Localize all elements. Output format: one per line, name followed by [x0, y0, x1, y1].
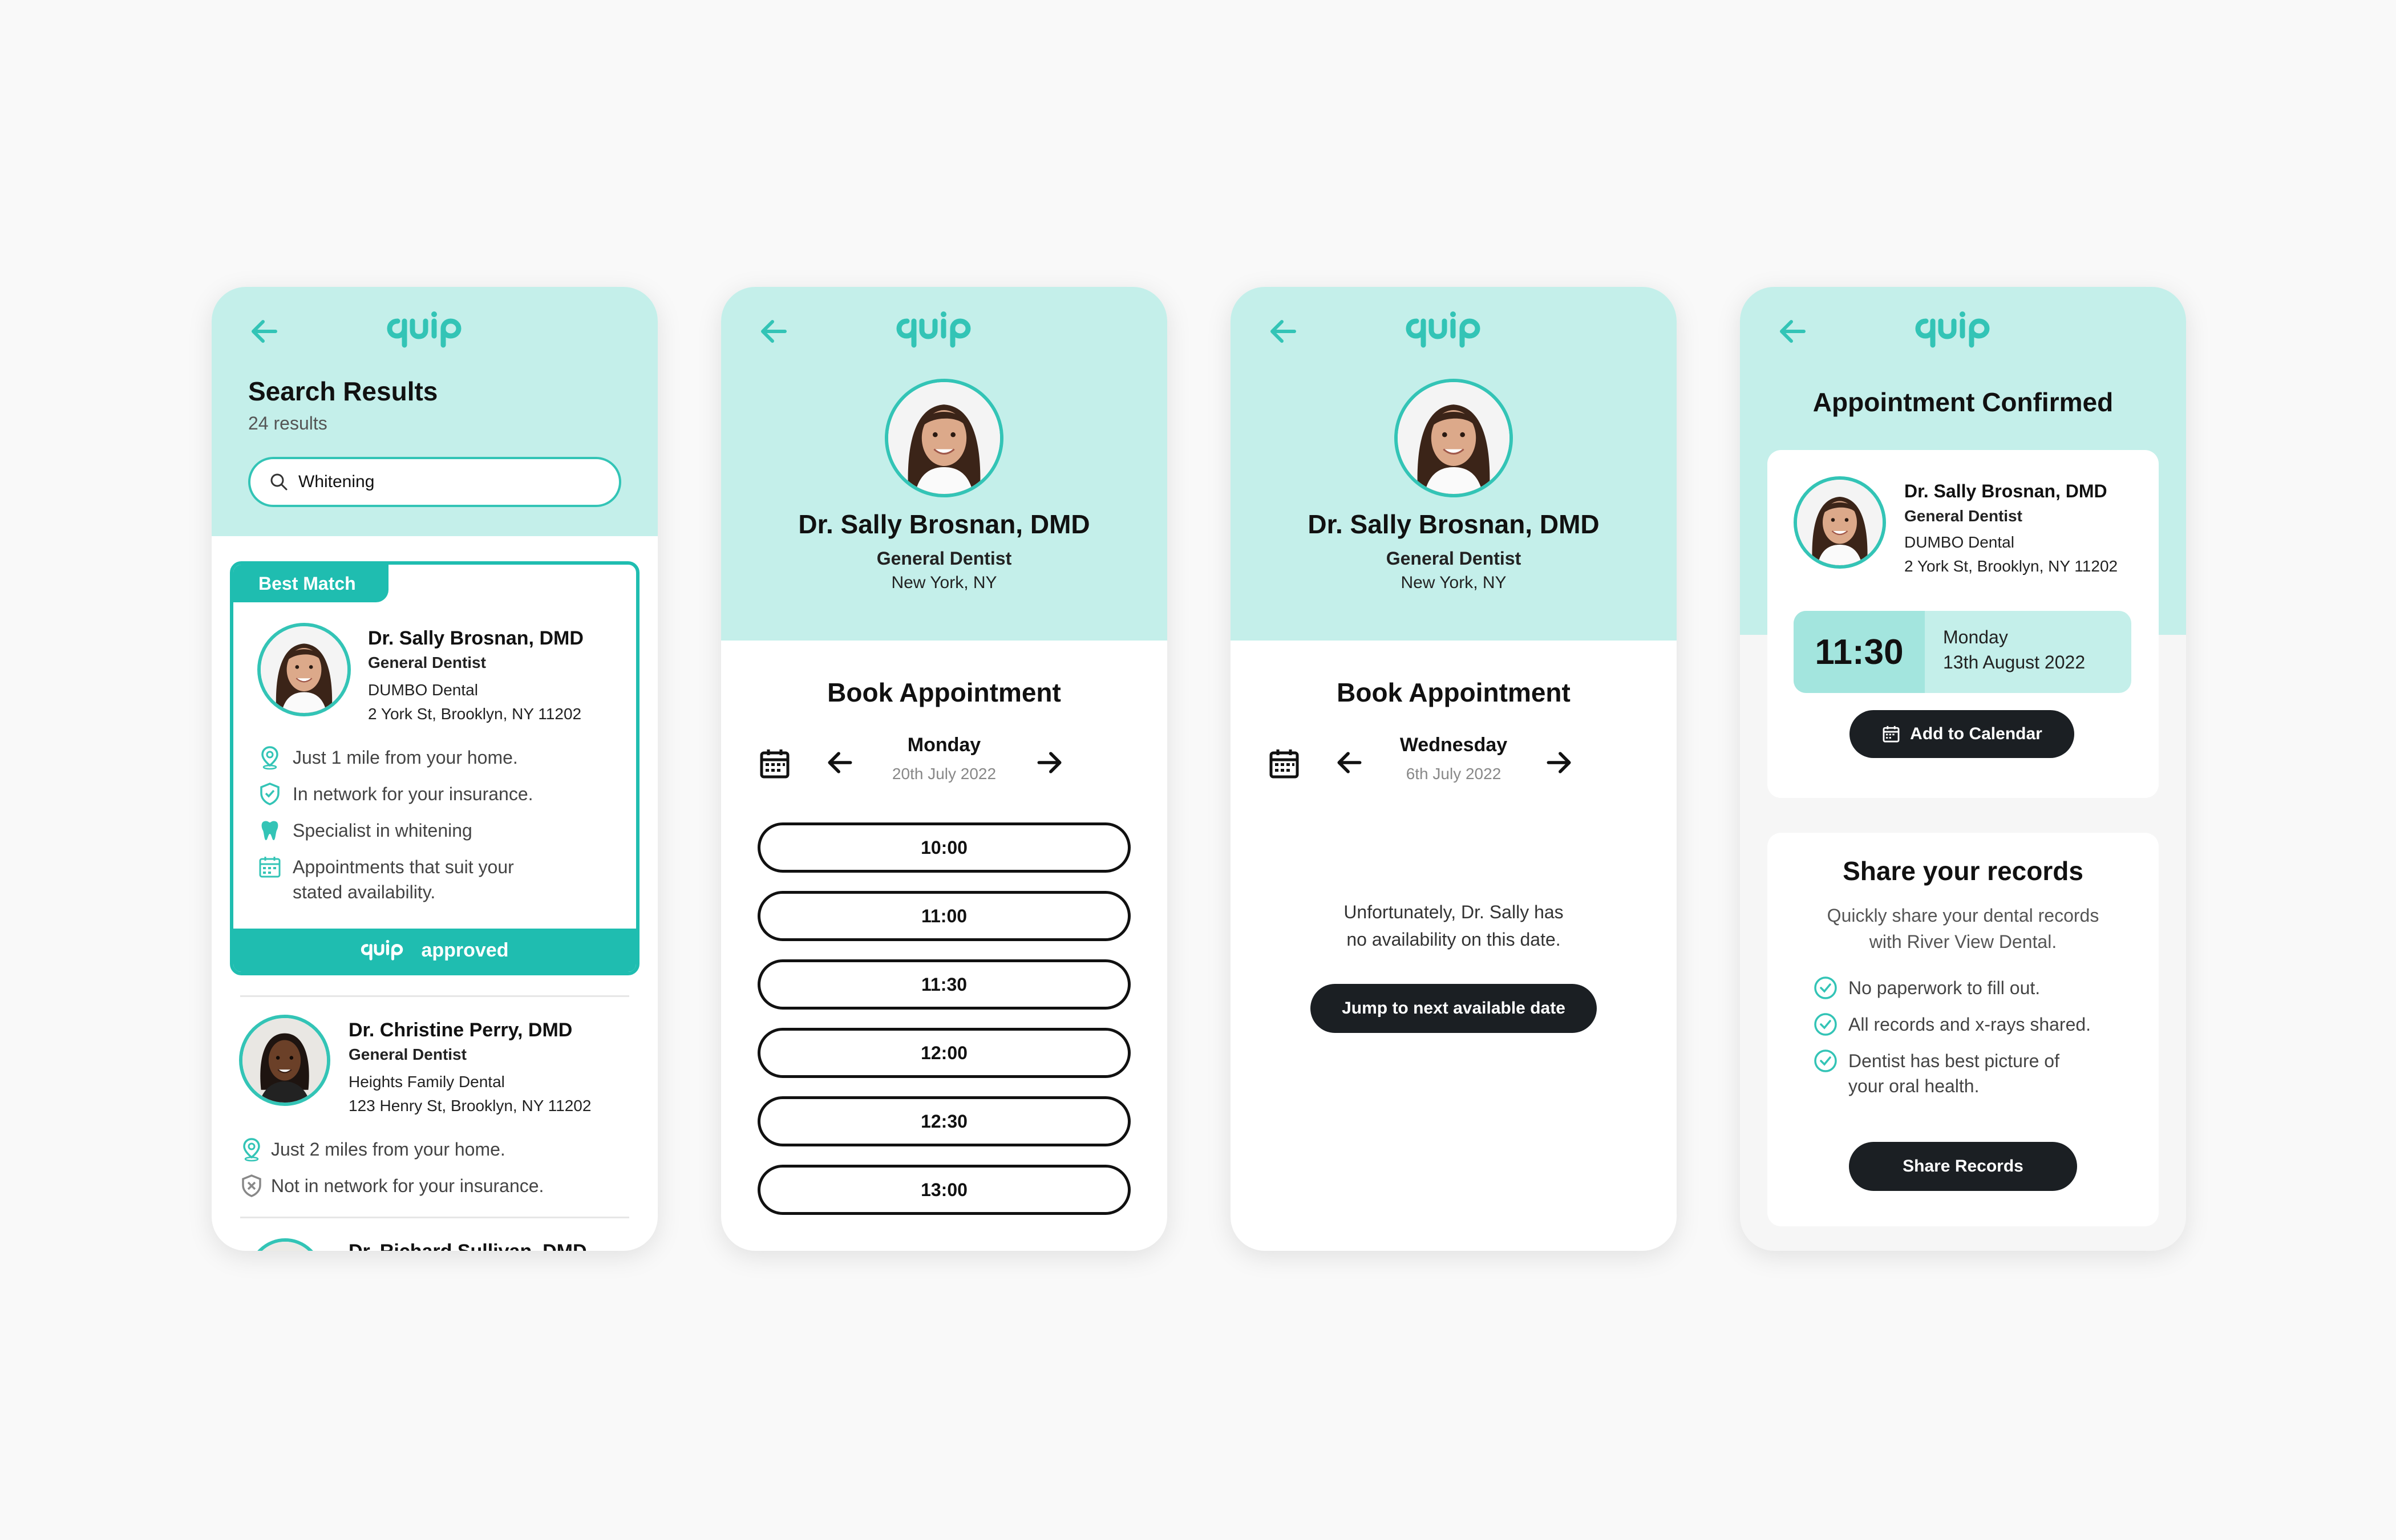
practice-name: DUMBO Dental	[1904, 533, 2014, 551]
quip-logo	[1740, 304, 2186, 355]
dentist-name: Dr. Christine Perry, DMD	[349, 1019, 573, 1041]
share-records-button[interactable]: Share Records	[1849, 1142, 2077, 1191]
appointment-date: 13th August 2022	[1943, 652, 2086, 672]
dentist-specialty: General Dentist	[1904, 507, 2022, 525]
practice-name: DUMBO Dental	[368, 681, 478, 699]
dentist-specialty: General Dentist	[1386, 548, 1521, 569]
share-description: Quickly share your dental records with Ri…	[1827, 905, 2099, 952]
appointment-time-block: 11:30 Monday 13th August 2022	[1794, 611, 2131, 693]
next-day-arrow-icon[interactable]	[1543, 747, 1575, 779]
time-slot[interactable]: 12:30	[758, 1096, 1131, 1146]
quip-approved-banner: approved	[233, 929, 636, 972]
appointment-confirmed-screen: Appointment Confirmed Dr. Sally Brosnan,…	[1740, 287, 2186, 1251]
feature-insurance: Not in network for your insurance.	[239, 1173, 544, 1198]
selected-date: 6th July 2022	[1406, 765, 1501, 783]
avatar	[1394, 379, 1513, 497]
search-value: Whitening	[298, 472, 375, 491]
divider	[240, 1217, 629, 1218]
practice-address: 123 Henry St, Brooklyn, NY 11202	[349, 1097, 592, 1115]
selected-date: 20th July 2022	[892, 765, 997, 783]
share-title: Share your records	[1843, 856, 2083, 886]
section-title: Book Appointment	[827, 678, 1061, 707]
avatar	[239, 1015, 330, 1106]
share-point: Dentist has best picture of your oral hea…	[1813, 1048, 2059, 1099]
section-title: Book Appointment	[1337, 678, 1571, 707]
check-circle-icon	[1813, 1012, 1838, 1037]
dentist-specialty: General Dentist	[368, 654, 486, 671]
divider	[240, 995, 629, 997]
share-records-card: Share your records Quickly share your de…	[1767, 833, 2159, 1226]
feature-specialist: Specialist in whitening	[257, 818, 472, 843]
quip-logo	[212, 304, 658, 355]
calendar-icon	[1883, 726, 1900, 743]
no-availability-screen: Dr. Sally Brosnan, DMD General Dentist N…	[1231, 287, 1677, 1251]
share-point: All records and x-rays shared.	[1813, 1012, 2091, 1037]
shield-x-icon	[239, 1173, 264, 1198]
dentist-location: New York, NY	[891, 573, 997, 592]
dentist-name: Dr. Sally Brosnan, DMD	[368, 627, 584, 649]
appointment-card: Dr. Sally Brosnan, DMD General Dentist D…	[1767, 450, 2159, 798]
result-card[interactable]: Dr. Christine Perry, DMD General Dentist…	[212, 1000, 658, 1217]
check-circle-icon	[1813, 1048, 1838, 1073]
time-slot[interactable]: 13:00	[758, 1165, 1131, 1215]
search-icon	[268, 471, 290, 493]
time-slot[interactable]: 11:30	[758, 959, 1131, 1010]
time-slot[interactable]: 11:00	[758, 891, 1131, 941]
dentist-name: Dr. Sally Brosnan, DMD	[798, 509, 1090, 539]
shield-check-icon	[257, 781, 282, 807]
no-availability-message: Unfortunately, Dr. Sally has no availabil…	[1343, 902, 1564, 950]
feature-availability: Appointments that suit your stated availa…	[257, 854, 514, 905]
page-title: Search Results	[248, 376, 438, 406]
practice-name: Heights Family Dental	[349, 1073, 505, 1091]
practice-address: 2 York St, Brooklyn, NY 11202	[1904, 557, 2118, 575]
dentist-name: Dr. Richard Sullivan, DMD	[349, 1241, 587, 1251]
result-count: 24 results	[248, 413, 327, 433]
feature-distance: Just 2 miles from your home.	[239, 1137, 505, 1162]
avatar	[248, 1238, 322, 1251]
add-to-calendar-button[interactable]: Add to Calendar	[1849, 710, 2074, 758]
search-input[interactable]: Whitening	[248, 457, 621, 507]
check-circle-icon	[1813, 975, 1838, 1000]
time-slot[interactable]: 12:00	[758, 1028, 1131, 1078]
dentist-location: New York, NY	[1401, 573, 1507, 592]
next-day-arrow-icon[interactable]	[1034, 747, 1066, 779]
best-match-card[interactable]: Best Match Dr. Sally Brosnan, DMD Genera…	[230, 561, 640, 975]
page-title: Appointment Confirmed	[1812, 387, 2114, 417]
appointment-day: Monday	[1943, 627, 2008, 647]
practice-address: 2 York St, Brooklyn, NY 11202	[368, 705, 582, 723]
feature-insurance: In network for your insurance.	[257, 781, 533, 807]
calendar-icon	[257, 854, 282, 880]
feature-distance: Just 1 mile from your home.	[257, 745, 518, 770]
dentist-specialty: General Dentist	[876, 548, 1012, 569]
time-slot[interactable]: 10:00	[758, 822, 1131, 873]
location-pin-icon	[257, 745, 282, 770]
dentist-specialty: General Dentist	[349, 1045, 467, 1063]
quip-logo	[361, 938, 415, 963]
appointment-time: 11:30	[1794, 611, 1925, 693]
search-results-screen: Search Results 24 results Whitening Best…	[212, 287, 658, 1251]
jump-to-next-date-button[interactable]: Jump to next available date	[1310, 984, 1597, 1033]
selected-day: Monday	[907, 734, 981, 756]
avatar	[885, 379, 1003, 497]
dentist-name: Dr. Sally Brosnan, DMD	[1904, 481, 2107, 501]
dentist-name: Dr. Sally Brosnan, DMD	[1308, 509, 1600, 539]
location-pin-icon	[239, 1137, 264, 1162]
selected-day: Wednesday	[1399, 734, 1508, 756]
quip-logo	[1231, 304, 1677, 355]
tooth-icon	[257, 818, 282, 843]
share-point: No paperwork to fill out.	[1813, 975, 2040, 1000]
avatar	[1794, 476, 1886, 569]
best-match-badge: Best Match	[233, 565, 388, 602]
avatar	[257, 623, 351, 716]
quip-logo	[721, 304, 1167, 355]
book-appointment-screen: Dr. Sally Brosnan, DMD General Dentist N…	[721, 287, 1167, 1251]
